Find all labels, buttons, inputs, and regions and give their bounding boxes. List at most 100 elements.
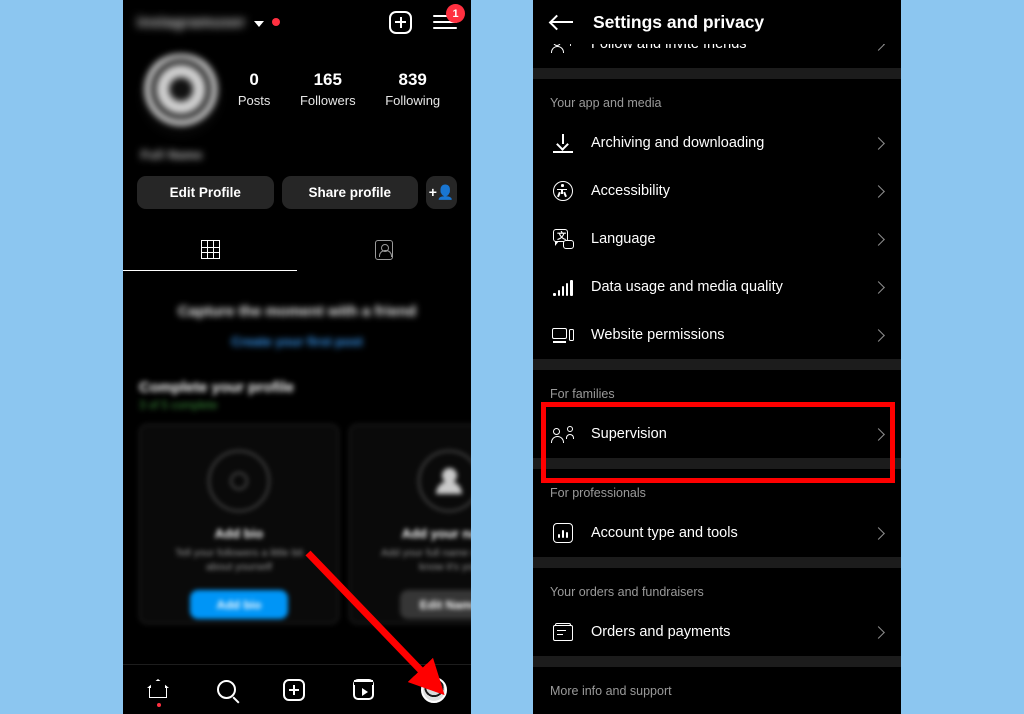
stat-followers[interactable]: 165 Followers xyxy=(300,68,356,108)
profile-avatar[interactable] xyxy=(139,54,223,138)
chevron-right-icon xyxy=(872,280,885,294)
section-header-your-orders-and-fundraisers: Your orders and fundraisers xyxy=(533,568,901,608)
section-header-for-professionals: For professionals xyxy=(533,469,901,509)
settings-row-follow-and-invite-friends[interactable]: + Follow and invite friends xyxy=(533,44,901,68)
signal-bars-icon xyxy=(550,279,576,296)
settings-row-website-permissions[interactable]: Website permissions xyxy=(533,311,901,359)
accessibility-icon xyxy=(550,181,576,201)
search-icon[interactable] xyxy=(217,680,237,699)
settings-row-orders-and-payments[interactable]: Orders and payments xyxy=(533,608,901,656)
profile-full-name: Full Name xyxy=(141,148,203,162)
page-title: Settings and privacy xyxy=(593,11,765,32)
card-title: Add your name xyxy=(401,526,471,541)
complete-profile-cards: Add bio Tell your followers a little bit… xyxy=(139,424,471,624)
settings-row-label: Accessibility xyxy=(591,183,670,199)
chevron-right-icon xyxy=(872,184,885,198)
settings-row-label: Archiving and downloading xyxy=(591,135,765,151)
settings-row-label: Language xyxy=(591,231,656,247)
settings-row-label: Data usage and media quality xyxy=(591,279,783,295)
empty-state-title: Capture the moment with a friend xyxy=(177,303,417,320)
chevron-right-icon xyxy=(872,136,885,150)
chevron-down-icon[interactable] xyxy=(253,20,264,27)
person-check-icon xyxy=(418,450,471,512)
menu-badge: 1 xyxy=(446,4,465,23)
partial-row-clip: + Follow and invite friends xyxy=(533,44,901,68)
add-person-icon: +👤 xyxy=(428,184,455,200)
settings-row-data-usage-and-media-quality[interactable]: Data usage and media quality xyxy=(533,263,901,311)
settings-and-privacy-panel: Settings and privacy + Follow and invite… xyxy=(533,0,901,714)
create-post-icon[interactable] xyxy=(283,678,306,701)
card-description: Tell your followers a little bit about y… xyxy=(175,547,303,574)
create-first-post-link[interactable]: Create your first post xyxy=(123,334,471,349)
section-divider xyxy=(533,656,901,667)
profile-topbar: instagramuser 1 xyxy=(123,0,471,44)
section-header-your-app-and-media: Your app and media xyxy=(533,79,901,119)
stat-posts[interactable]: 0 Posts xyxy=(238,68,271,108)
nav-profile-avatar-icon[interactable] xyxy=(421,676,448,703)
empty-feed-state: Capture the moment with a friend Create … xyxy=(123,271,471,349)
edit-profile-button[interactable]: Edit Profile xyxy=(137,176,274,209)
reels-icon[interactable] xyxy=(352,679,374,700)
card-add-name[interactable]: Add your name Add your full name so frie… xyxy=(349,424,471,624)
add-bio-button[interactable]: Add bio xyxy=(190,590,288,620)
settings-row-supervision[interactable]: Supervision xyxy=(533,410,901,458)
profile-tabs xyxy=(123,229,471,271)
nav-home-button[interactable] xyxy=(146,679,170,707)
settings-row-language[interactable]: 文 Language xyxy=(533,215,901,263)
settings-row-accessibility[interactable]: Accessibility xyxy=(533,167,901,215)
instagram-profile-panel: instagramuser 1 0 Posts 165 Followers 83… xyxy=(123,0,471,714)
settings-row-label: Follow and invite friends xyxy=(591,44,747,52)
chevron-right-icon xyxy=(872,328,885,342)
section-divider xyxy=(533,359,901,370)
add-person-button[interactable]: +👤 xyxy=(426,176,457,209)
settings-row-account-type-and-tools[interactable]: Account type and tools xyxy=(533,509,901,557)
chevron-right-icon xyxy=(872,526,885,540)
account-tools-icon xyxy=(550,523,576,543)
followers-count: 165 xyxy=(313,70,342,89)
posts-count: 0 xyxy=(249,70,259,89)
section-header-for-families: For families xyxy=(533,370,901,410)
language-icon: 文 xyxy=(550,229,576,249)
settings-row-archiving-and-downloading[interactable]: Archiving and downloading xyxy=(533,119,901,167)
section-divider xyxy=(533,458,901,469)
tab-tagged[interactable] xyxy=(297,229,471,271)
supervision-people-icon xyxy=(550,426,576,443)
username-switcher[interactable]: instagramuser xyxy=(137,14,280,31)
settings-header: Settings and privacy xyxy=(533,0,901,44)
home-icon xyxy=(146,679,170,707)
section-divider xyxy=(533,557,901,568)
chevron-right-icon xyxy=(872,44,885,51)
stat-following[interactable]: 839 Following xyxy=(385,68,440,108)
plus-square-icon[interactable] xyxy=(389,10,412,34)
card-description: Add your full name so friends know it's … xyxy=(381,547,471,574)
bio-target-icon xyxy=(208,450,270,512)
edit-name-button[interactable]: Edit Name xyxy=(400,590,471,620)
settings-row-label: Orders and payments xyxy=(591,624,731,640)
orders-box-icon xyxy=(550,622,576,642)
chevron-right-icon xyxy=(872,427,885,441)
grid-icon xyxy=(200,240,220,259)
website-permissions-icon xyxy=(550,327,576,343)
download-icon xyxy=(550,133,576,153)
home-badge-dot xyxy=(156,703,161,707)
follow-invite-icon: + xyxy=(550,44,576,53)
following-count: 839 xyxy=(398,70,427,89)
following-label: Following xyxy=(385,92,441,108)
complete-profile-progress: 3 of 5 complete xyxy=(139,400,218,412)
posts-label: Posts xyxy=(237,92,271,108)
settings-row-label: Website permissions xyxy=(591,327,725,343)
settings-row-label: Supervision xyxy=(591,426,667,442)
share-profile-button[interactable]: Share profile xyxy=(281,176,418,209)
chevron-right-icon xyxy=(872,625,885,639)
profile-stats: 0 Posts 165 Followers 839 Following xyxy=(223,54,455,108)
tab-grid[interactable] xyxy=(123,229,297,271)
settings-row-label: Account type and tools xyxy=(591,525,738,541)
section-divider xyxy=(533,68,901,79)
back-arrow-icon[interactable] xyxy=(551,14,573,30)
hamburger-menu-icon[interactable]: 1 xyxy=(433,4,465,31)
chevron-right-icon xyxy=(872,232,885,246)
username-label: instagramuser xyxy=(137,13,246,31)
profile-action-buttons: Edit Profile Share profile +👤 xyxy=(123,162,471,209)
card-add-bio[interactable]: Add bio Tell your followers a little bit… xyxy=(139,424,339,624)
unread-dot-icon xyxy=(271,18,280,26)
